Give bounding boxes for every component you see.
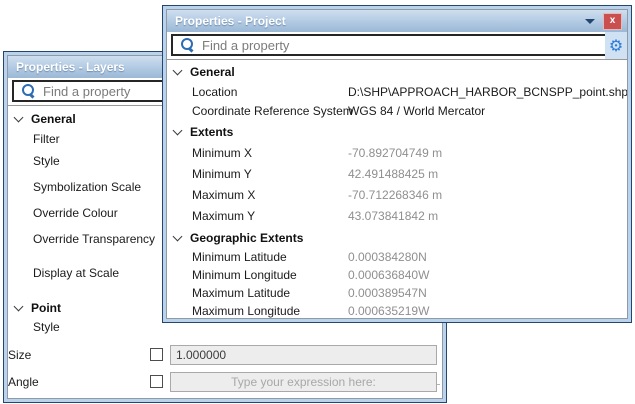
chevron-down-icon[interactable] — [173, 232, 183, 242]
property-value: WGS 84 / World Mercator — [348, 104, 485, 118]
section-header-label: Extents — [190, 125, 233, 139]
properties-project-panel: Properties - Project x ⚙ — [162, 5, 632, 323]
project-section-extents[interactable]: Extents — [167, 122, 627, 142]
chevron-down-icon[interactable] — [585, 19, 595, 24]
property-value: 0.000636840W — [348, 268, 429, 282]
magnifier-icon — [180, 37, 196, 53]
chevron-down-icon[interactable] — [173, 126, 183, 136]
project-property-list: General Location D:\SHP\APPROACH_HARBOR_… — [167, 60, 627, 319]
project-search-input[interactable] — [202, 36, 606, 54]
property-value: 0.000389547N — [348, 286, 427, 300]
magnifier-icon — [21, 83, 37, 99]
section-header-label: Point — [31, 301, 61, 315]
property-value: -70.892704749 m — [348, 146, 442, 160]
property-row-min-latitude[interactable]: Minimum Latitude 0.000384280N — [167, 248, 627, 266]
search-settings-button[interactable]: ⚙ — [605, 32, 627, 59]
size-label: Size — [8, 348, 31, 362]
section-header-label: Geographic Extents — [190, 231, 303, 245]
property-value: 42.491488425 m — [348, 167, 438, 181]
project-search-row: ⚙ — [167, 32, 627, 60]
property-value: D:\SHP\APPROACH_HARBOR_BCNSPP_point.shp — [348, 85, 628, 99]
property-row-min-longitude[interactable]: Minimum Longitude 0.000636840W — [167, 266, 627, 284]
section-header-label: General — [190, 65, 235, 79]
property-row-crs[interactable]: Coordinate Reference System WGS 84 / Wor… — [167, 101, 627, 120]
layers-item-angle: Angle — [8, 372, 442, 392]
property-value: 0.000384280N — [348, 250, 427, 264]
project-section-geographic-extents[interactable]: Geographic Extents — [167, 228, 627, 248]
desktop-background: Properties - Layers General Filter Style — [0, 0, 635, 404]
property-row-min-y[interactable]: Minimum Y 42.491488425 m — [167, 163, 627, 184]
property-row-location[interactable]: Location D:\SHP\APPROACH_HARBOR_BCNSPP_p… — [167, 82, 627, 101]
gear-icon: ⚙ — [609, 38, 623, 54]
property-value: 0.000635219W — [348, 304, 429, 318]
property-value: 43.073841842 m — [348, 209, 438, 223]
layers-panel-title: Properties - Layers — [16, 60, 125, 74]
project-section-general[interactable]: General — [167, 62, 627, 82]
project-search-box[interactable] — [171, 34, 608, 56]
property-row-min-x[interactable]: Minimum X -70.892704749 m — [167, 142, 627, 163]
project-titlebar[interactable]: Properties - Project x — [167, 10, 627, 32]
size-input[interactable] — [170, 345, 437, 365]
chevron-down-icon[interactable] — [14, 113, 24, 123]
property-row-max-latitude[interactable]: Maximum Latitude 0.000389547N — [167, 284, 627, 302]
close-icon[interactable]: x — [603, 13, 622, 30]
layers-item-size: Size — [8, 345, 442, 365]
angle-expression-input[interactable] — [170, 372, 437, 392]
project-panel-title: Properties - Project — [175, 14, 286, 28]
size-checkbox[interactable] — [150, 348, 163, 361]
section-header-label: General — [31, 112, 76, 126]
chevron-down-icon[interactable] — [14, 302, 24, 312]
angle-label: Angle — [8, 375, 39, 389]
property-row-max-longitude[interactable]: Maximum Longitude 0.000635219W — [167, 302, 627, 319]
property-row-max-x[interactable]: Maximum X -70.712268346 m — [167, 184, 627, 205]
chevron-down-icon[interactable] — [173, 66, 183, 76]
property-value: -70.712268346 m — [348, 188, 442, 202]
property-row-max-y[interactable]: Maximum Y 43.073841842 m — [167, 205, 627, 226]
angle-checkbox[interactable] — [150, 375, 163, 388]
